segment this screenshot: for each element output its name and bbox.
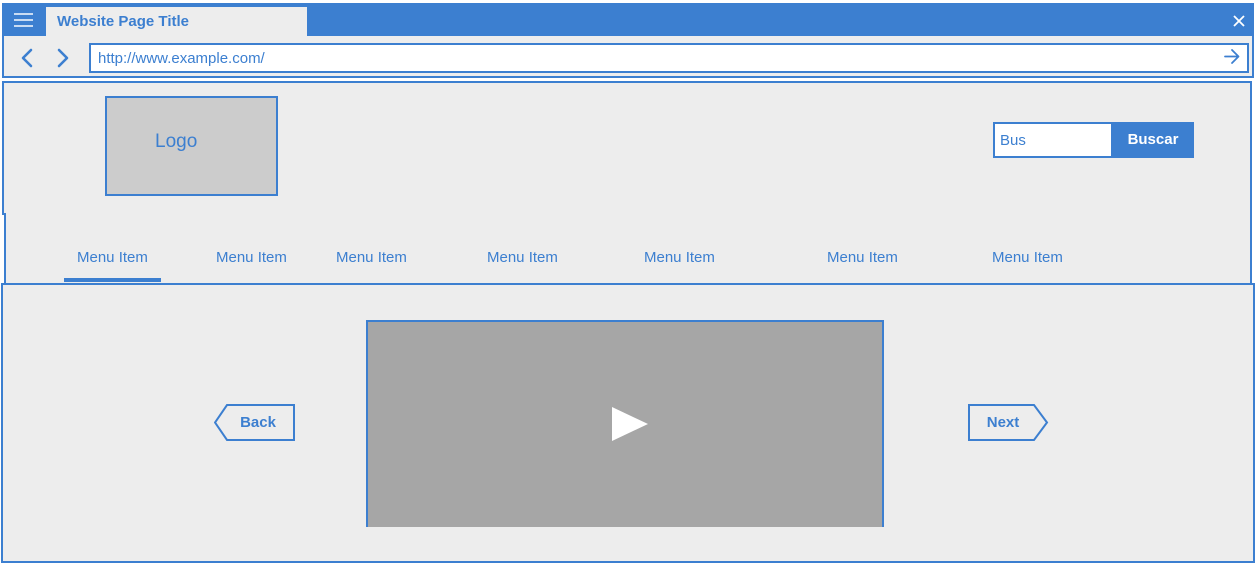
logo-label: Logo [155, 131, 198, 152]
active-menu-indicator [64, 278, 161, 282]
tab-title: Website Page Title [57, 13, 189, 30]
search-button-label: Buscar [1127, 131, 1179, 148]
search-input-value: Bus [1000, 132, 1026, 149]
back-button-label: Back [240, 414, 276, 431]
play-icon[interactable] [610, 406, 650, 442]
close-icon[interactable] [1232, 14, 1246, 28]
menu-item-2[interactable]: Menu Item [216, 249, 287, 266]
url-text: http://www.example.com/ [98, 50, 265, 67]
menu-item-3[interactable]: Menu Item [336, 249, 407, 266]
hamburger-menu-icon[interactable] [14, 12, 33, 28]
nav-bar [4, 213, 1252, 285]
go-arrow-icon[interactable] [1223, 48, 1241, 65]
next-button-label: Next [986, 414, 1020, 431]
forward-arrow-icon[interactable] [55, 48, 71, 68]
menu-item-1[interactable]: Menu Item [77, 249, 148, 266]
menu-item-6[interactable]: Menu Item [827, 249, 898, 266]
menu-item-7[interactable]: Menu Item [992, 249, 1063, 266]
menu-item-4[interactable]: Menu Item [487, 249, 558, 266]
menu-item-5[interactable]: Menu Item [644, 249, 715, 266]
back-arrow-icon[interactable] [19, 48, 35, 68]
